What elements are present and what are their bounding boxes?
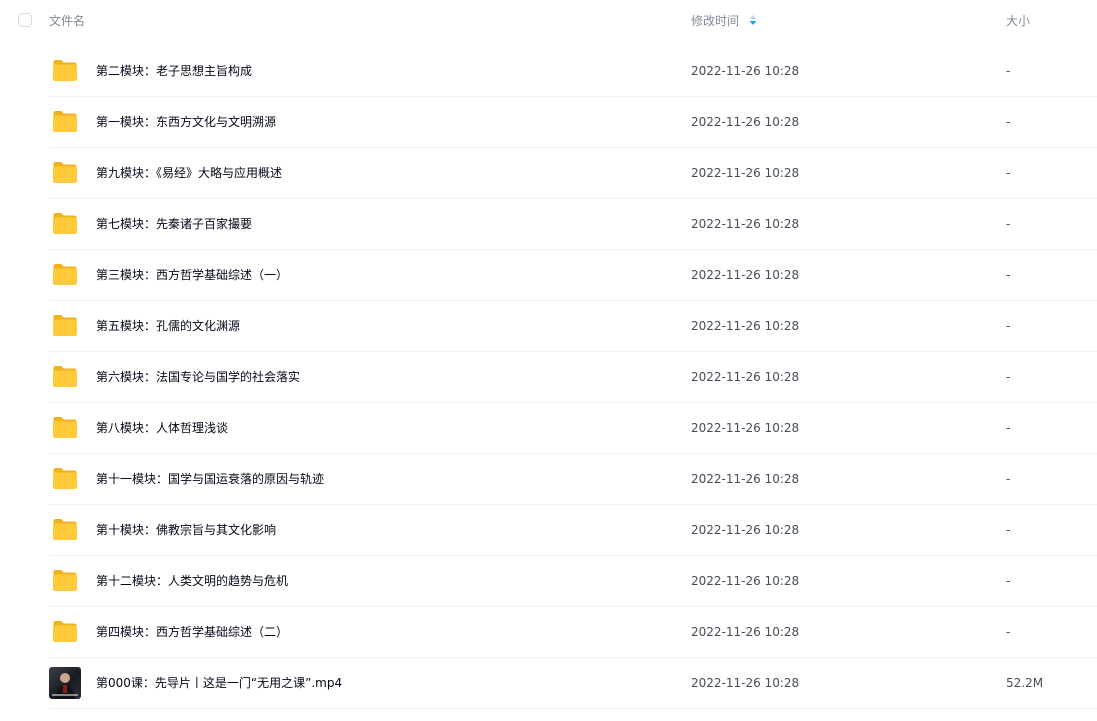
file-modified-time: 2022-11-26 10:28	[691, 217, 800, 231]
file-modified-time: 2022-11-26 10:28	[691, 370, 800, 384]
file-size: -	[1006, 625, 1011, 639]
file-row[interactable]: 第六模块：法国专论与国学的社会落实 2022-11-26 10:28 -	[0, 352, 1097, 403]
file-name[interactable]: 第五模块：孔儒的文化渊源	[96, 317, 240, 335]
file-name[interactable]: 第000课：先导片丨这是一门“无用之课”.mp4	[96, 674, 342, 692]
file-row[interactable]: 第五模块：孔儒的文化渊源 2022-11-26 10:28 -	[0, 301, 1097, 352]
file-list-header: 文件名 修改时间 大小	[0, 0, 1097, 46]
file-size: -	[1006, 472, 1011, 486]
file-size: -	[1006, 166, 1011, 180]
file-modified-time: 2022-11-26 10:28	[691, 574, 800, 588]
file-size: 52.2M	[1006, 676, 1044, 690]
file-name[interactable]: 第十模块：佛教宗旨与其文化影响	[96, 521, 276, 539]
file-name[interactable]: 第六模块：法国专论与国学的社会落实	[96, 368, 300, 386]
file-name[interactable]: 第八模块：人体哲理浅谈	[96, 419, 228, 437]
sort-icon[interactable]	[749, 14, 757, 26]
file-size: -	[1006, 523, 1011, 537]
folder-icon[interactable]	[52, 161, 78, 184]
folder-icon[interactable]	[52, 263, 78, 286]
file-modified-time: 2022-11-26 10:28	[691, 268, 800, 282]
folder-icon[interactable]	[52, 59, 78, 82]
video-thumbnail-icon[interactable]	[49, 667, 81, 699]
file-modified-time: 2022-11-26 10:28	[691, 166, 800, 180]
file-row[interactable]: 第七模块：先秦诸子百家撮要 2022-11-26 10:28 -	[0, 199, 1097, 250]
folder-icon[interactable]	[52, 467, 78, 490]
file-modified-time: 2022-11-26 10:28	[691, 676, 800, 690]
file-row[interactable]: 第十一模块：国学与国运衰落的原因与轨迹 2022-11-26 10:28 -	[0, 454, 1097, 505]
folder-icon[interactable]	[52, 416, 78, 439]
file-row[interactable]: 第四模块：西方哲学基础综述（二） 2022-11-26 10:28 -	[0, 607, 1097, 658]
folder-icon[interactable]	[52, 365, 78, 388]
file-size: -	[1006, 574, 1011, 588]
file-modified-time: 2022-11-26 10:28	[691, 421, 800, 435]
file-modified-time: 2022-11-26 10:28	[691, 625, 800, 639]
file-size: -	[1006, 421, 1011, 435]
file-name[interactable]: 第四模块：西方哲学基础综述（二）	[96, 623, 288, 641]
file-size: -	[1006, 319, 1011, 333]
file-row[interactable]: 第三模块：西方哲学基础综述（一） 2022-11-26 10:28 -	[0, 250, 1097, 301]
file-name[interactable]: 第三模块：西方哲学基础综述（一）	[96, 266, 288, 284]
file-row[interactable]: 第一模块：东西方文化与文明溯源 2022-11-26 10:28 -	[0, 97, 1097, 148]
folder-icon[interactable]	[52, 620, 78, 643]
select-all-checkbox[interactable]	[18, 13, 32, 27]
file-size: -	[1006, 268, 1011, 282]
file-modified-time: 2022-11-26 10:28	[691, 319, 800, 333]
column-header-modified-time[interactable]: 修改时间	[691, 12, 739, 30]
file-row[interactable]: 第八模块：人体哲理浅谈 2022-11-26 10:28 -	[0, 403, 1097, 454]
file-row[interactable]: 第000课：先导片丨这是一门“无用之课”.mp4 2022-11-26 10:28…	[0, 658, 1097, 709]
column-header-name[interactable]: 文件名	[49, 12, 85, 30]
folder-icon[interactable]	[52, 212, 78, 235]
file-size: -	[1006, 64, 1011, 78]
file-modified-time: 2022-11-26 10:28	[691, 523, 800, 537]
file-name[interactable]: 第十二模块：人类文明的趋势与危机	[96, 572, 288, 590]
file-name[interactable]: 第十一模块：国学与国运衰落的原因与轨迹	[96, 470, 324, 488]
file-size: -	[1006, 370, 1011, 384]
file-modified-time: 2022-11-26 10:28	[691, 472, 800, 486]
file-name[interactable]: 第七模块：先秦诸子百家撮要	[96, 215, 252, 233]
file-size: -	[1006, 217, 1011, 231]
file-name[interactable]: 第二模块：老子思想主旨构成	[96, 62, 252, 80]
file-row[interactable]: 第十二模块：人类文明的趋势与危机 2022-11-26 10:28 -	[0, 556, 1097, 607]
file-list: 第二模块：老子思想主旨构成 2022-11-26 10:28- 第一模块：东西方文化…	[0, 46, 1097, 709]
file-row[interactable]: 第九模块：《易经》大略与应用概述 2022-11-26 10:28 -	[0, 148, 1097, 199]
folder-icon[interactable]	[52, 518, 78, 541]
column-header-size[interactable]: 大小	[1006, 12, 1030, 30]
file-size: -	[1006, 115, 1011, 129]
file-name[interactable]: 第一模块：东西方文化与文明溯源	[96, 113, 276, 131]
file-row[interactable]: 第十模块：佛教宗旨与其文化影响 2022-11-26 10:28 -	[0, 505, 1097, 556]
folder-icon[interactable]	[52, 314, 78, 337]
folder-icon[interactable]	[52, 110, 78, 133]
file-name[interactable]: 第九模块：《易经》大略与应用概述	[96, 164, 282, 182]
file-row[interactable]: 第二模块：老子思想主旨构成 2022-11-26 10:28 -	[0, 46, 1097, 97]
file-modified-time: 2022-11-26 10:28	[691, 64, 800, 78]
file-modified-time: 2022-11-26 10:28	[691, 115, 800, 129]
folder-icon[interactable]	[52, 569, 78, 592]
